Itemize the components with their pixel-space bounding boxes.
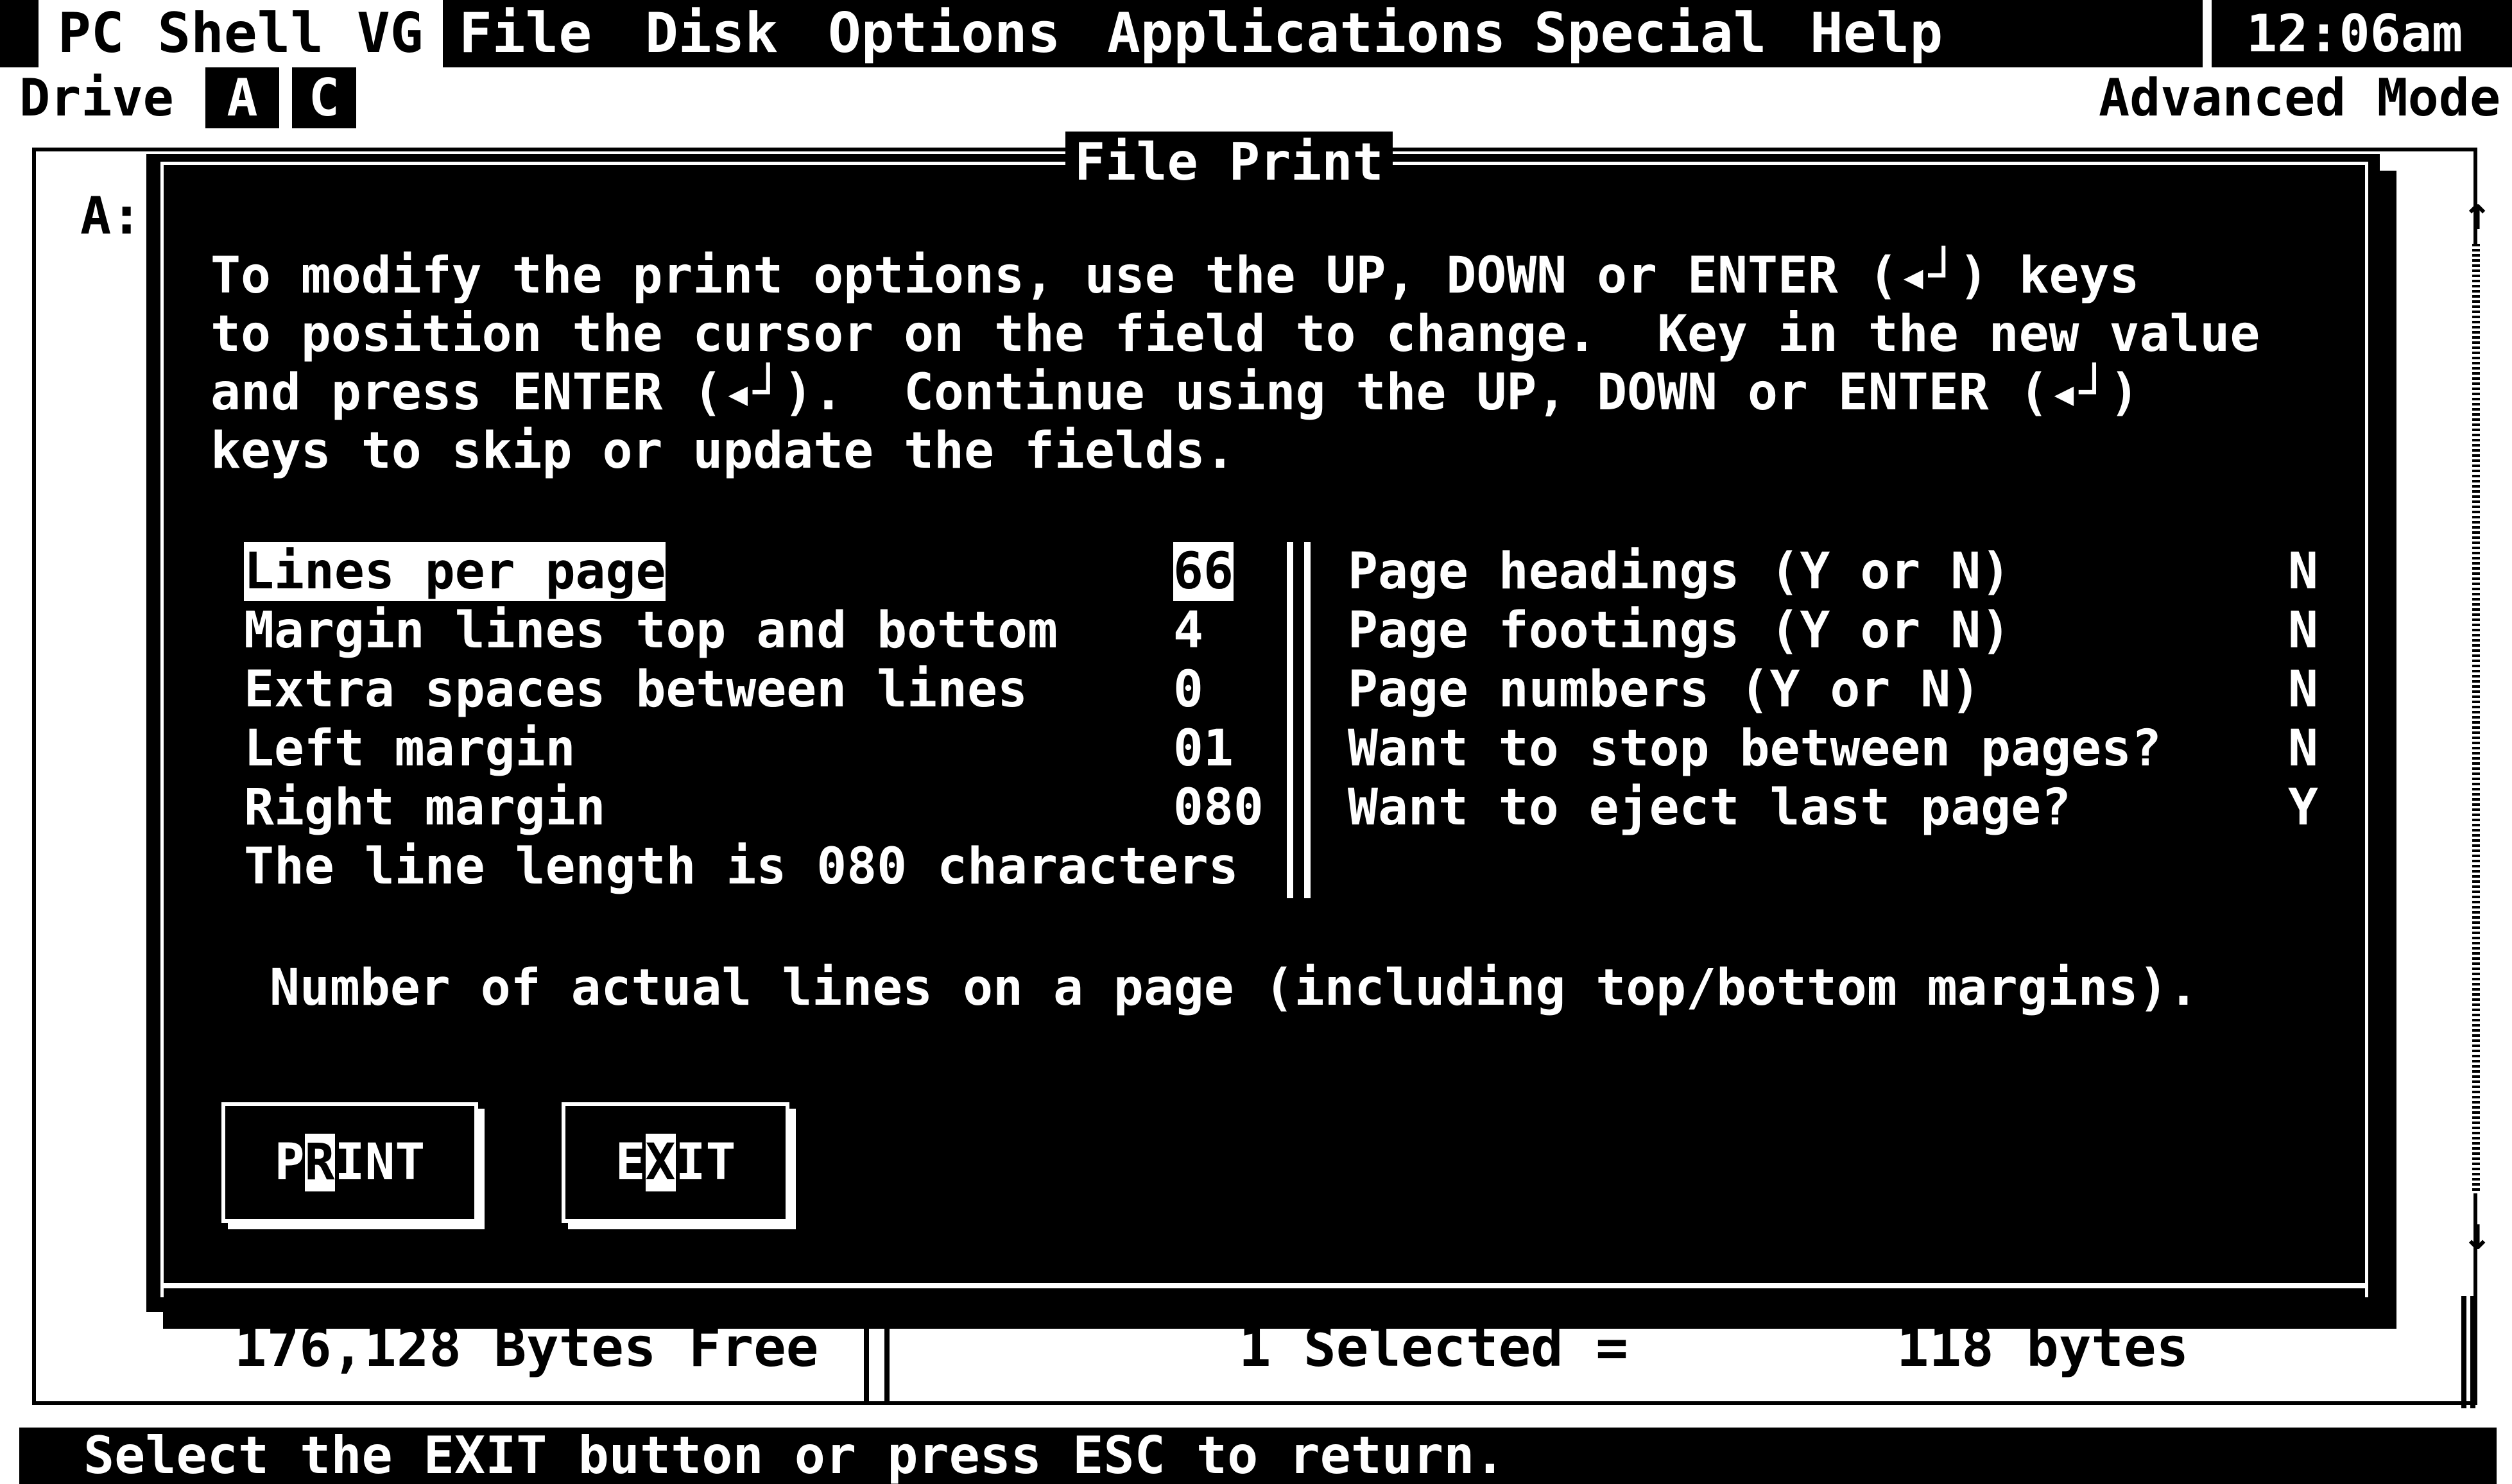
option-value-page-headings[interactable]: N: [2288, 542, 2318, 601]
menu-applications[interactable]: Applications: [1107, 0, 1506, 67]
exit-button-label-rest: IT: [675, 1134, 736, 1191]
dialog-border-bottom: [160, 1283, 2368, 1288]
print-hotkey: R: [304, 1134, 335, 1191]
option-label-margin-lines: Margin lines top and bottom: [244, 602, 1058, 660]
instruction-line: keys to skip or update the fields.: [211, 422, 1235, 480]
option-label-page-headings: Page headings (Y or N): [1348, 543, 2011, 601]
option-value-left-margin[interactable]: 01: [1173, 719, 1234, 778]
menu-options[interactable]: Options: [828, 0, 1060, 67]
info-divider: [859, 1302, 897, 1405]
exit-button[interactable]: EXIT: [562, 1102, 789, 1223]
print-button[interactable]: PRINT: [221, 1102, 478, 1223]
print-button-label: P: [274, 1134, 305, 1191]
status-bar: Select the EXIT button or press ESC to r…: [19, 1428, 2497, 1484]
mode-indicator: Advanced Mode: [2099, 68, 2501, 128]
option-value-eject-last-page[interactable]: Y: [2288, 778, 2318, 837]
field-help-text: Number of actual lines on a page (includ…: [270, 959, 2199, 1017]
option-label-extra-spaces: Extra spaces between lines: [244, 661, 1028, 719]
menu-separator: [2203, 0, 2212, 67]
drive-a-button[interactable]: A: [205, 67, 279, 128]
drive-label: Drive: [19, 68, 174, 128]
menu-file[interactable]: File: [459, 0, 592, 67]
bytes-free: 176,128 Bytes Free: [234, 1316, 819, 1379]
instructions: To modify the print options, use the UP,…: [211, 247, 2260, 481]
path-label: A:: [80, 186, 142, 246]
app-title[interactable]: PC Shell VG: [39, 0, 443, 67]
option-label-stop-between-pages: Want to stop between pages?: [1348, 720, 2162, 778]
menu-special[interactable]: Special: [1534, 0, 1766, 67]
scroll-up-arrow-icon[interactable]: ↑: [2463, 186, 2491, 240]
option-value-page-footings[interactable]: N: [2288, 601, 2318, 660]
selected-size: 118 bytes: [1897, 1316, 2189, 1379]
options-divider: [1284, 542, 1316, 898]
right-divider: [2461, 1296, 2475, 1408]
instruction-line: to position the cursor on the field to c…: [211, 305, 2260, 363]
menu-help[interactable]: Help: [1810, 0, 1943, 67]
exit-hotkey: X: [645, 1134, 676, 1191]
option-label-left-margin: Left margin: [244, 720, 576, 778]
option-value-page-numbers[interactable]: N: [2288, 660, 2318, 719]
drive-c-button[interactable]: C: [292, 67, 356, 128]
option-label-lines-per-page[interactable]: Lines per page: [244, 542, 666, 601]
print-button-label-rest: INT: [334, 1134, 426, 1191]
exit-button-label: E: [615, 1134, 646, 1191]
dialog-title: File Print: [1065, 132, 1393, 192]
scrollbar-track[interactable]: [2472, 244, 2480, 1193]
line-length-text: The line length is 080 characters: [244, 838, 1239, 896]
scroll-down-arrow-icon[interactable]: ↓: [2463, 1206, 2491, 1260]
option-value-stop-between-pages[interactable]: N: [2288, 719, 2318, 778]
option-label-eject-last-page: Want to eject last page?: [1348, 779, 2072, 837]
option-label-page-footings: Page footings (Y or N): [1348, 602, 2011, 660]
option-value-lines-per-page[interactable]: 66: [1173, 542, 1234, 601]
option-label-right-margin: Right margin: [244, 779, 606, 837]
instruction-line: and press ENTER (◂┘). Continue using the…: [211, 364, 2140, 422]
option-value-margin-lines[interactable]: 4: [1173, 601, 1203, 660]
clock: 12:06am: [2246, 4, 2463, 64]
selected-count: 1 Selected =: [1239, 1316, 1628, 1379]
option-label-page-numbers: Page numbers (Y or N): [1348, 661, 1981, 719]
menu-disk[interactable]: Disk: [645, 0, 778, 67]
option-value-extra-spaces[interactable]: 0: [1173, 660, 1203, 719]
option-value-right-margin[interactable]: 080: [1173, 778, 1264, 837]
instruction-line: To modify the print options, use the UP,…: [211, 247, 2140, 305]
